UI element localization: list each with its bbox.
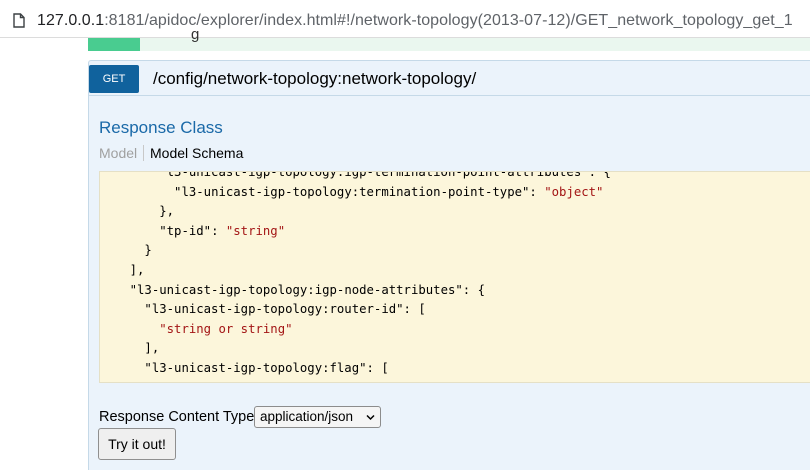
- browser-url-bar[interactable]: 127.0.0.1:8181/apidoc/explorer/index.htm…: [0, 0, 810, 38]
- schema-line: "l3-unicast-igp-topology:igp-node-attrib…: [100, 281, 611, 301]
- schema-indent: [100, 322, 159, 336]
- schema-punctuation: : [: [403, 302, 426, 317]
- get-method-badge[interactable]: GET: [89, 65, 139, 93]
- schema-indent: [100, 243, 144, 257]
- schema-punctuation: :: [211, 223, 226, 238]
- schema-key: "l3-unicast-igp-topology:router-id": [144, 302, 404, 317]
- operation-get-network-topology: GET /config/network-topology:network-top…: [88, 60, 810, 470]
- schema-punctuation: ],: [129, 262, 145, 277]
- schema-line: "l3-unicast-igp-topology:igp-termination…: [100, 171, 611, 183]
- response-content-type-select[interactable]: application/json: [254, 406, 381, 428]
- chevron-down-icon: [366, 414, 375, 421]
- tab-model-schema[interactable]: Model Schema: [150, 145, 243, 161]
- response-class-title: Response Class: [99, 118, 223, 137]
- schema-punctuation: : [: [366, 360, 389, 375]
- model-schema-box[interactable]: "l3-unicast-igp-topology:igp-termination…: [99, 171, 810, 383]
- schema-indent: [100, 341, 144, 355]
- schema-key: "l3-unicast-igp-topology:termination-poi…: [174, 184, 530, 199]
- content-type-value: application/json: [260, 409, 354, 424]
- schema-line: "l3-unicast-igp-topology:router-id": [: [100, 300, 611, 320]
- schema-indent: [100, 283, 130, 297]
- schema-line: ],: [100, 339, 611, 359]
- schema-line: "flag-identity": [100, 379, 611, 382]
- schema-indent: [100, 172, 159, 179]
- url-text[interactable]: 127.0.0.1:8181/apidoc/explorer/index.htm…: [37, 12, 793, 30]
- schema-line: },: [100, 202, 611, 222]
- schema-punctuation: ],: [144, 341, 160, 356]
- schema-line: }: [100, 241, 611, 261]
- schema-indent: [100, 185, 174, 199]
- schema-punctuation: : {: [588, 171, 611, 179]
- schema-key: "l3-unicast-igp-topology:flag": [144, 360, 367, 375]
- schema-string-value: "flag-identity": [159, 381, 270, 382]
- schema-line: "tp-id": "string": [100, 222, 611, 242]
- response-content-type-label: Response Content Type: [99, 409, 255, 425]
- schema-code: "l3-unicast-igp-topology:igp-termination…: [100, 171, 611, 382]
- url-path: :8181/apidoc/explorer/index.html#!/netwo…: [104, 12, 793, 29]
- tab-model[interactable]: Model: [99, 145, 145, 161]
- previous-operation-text: g: [191, 26, 200, 43]
- schema-line: "l3-unicast-igp-topology:termination-poi…: [100, 183, 611, 203]
- operation-heading[interactable]: GET /config/network-topology:network-top…: [89, 61, 810, 96]
- schema-indent: [100, 381, 159, 382]
- previous-operation[interactable]: g: [88, 26, 810, 51]
- url-host: 127.0.0.1: [37, 12, 105, 29]
- schema-punctuation: : {: [462, 282, 485, 297]
- schema-indent: [100, 204, 159, 218]
- schema-punctuation: }: [144, 243, 152, 258]
- schema-key: "tp-id": [159, 223, 212, 238]
- schema-string-value: "string or string": [159, 321, 293, 336]
- schema-line: ],: [100, 261, 611, 281]
- previous-method-badge[interactable]: [89, 38, 140, 51]
- operation-path[interactable]: /config/network-topology:network-topolog…: [153, 69, 476, 89]
- page-icon: [13, 13, 25, 28]
- schema-punctuation: },: [159, 204, 175, 219]
- schema-indent: [100, 302, 144, 316]
- schema-string-value: "object": [544, 184, 604, 199]
- schema-punctuation: :: [529, 184, 545, 199]
- schema-indent: [100, 263, 130, 277]
- schema-indent: [100, 224, 159, 238]
- try-it-out-button[interactable]: Try it out!: [98, 428, 176, 460]
- schema-string-value: "string": [225, 223, 286, 238]
- schema-key: "l3-unicast-igp-topology:igp-node-attrib…: [129, 282, 463, 297]
- schema-line: "string or string": [100, 320, 611, 340]
- schema-line: "l3-unicast-igp-topology:flag": [: [100, 359, 611, 379]
- schema-indent: [100, 361, 144, 375]
- schema-key: "l3-unicast-igp-topology:igp-termination…: [159, 171, 589, 179]
